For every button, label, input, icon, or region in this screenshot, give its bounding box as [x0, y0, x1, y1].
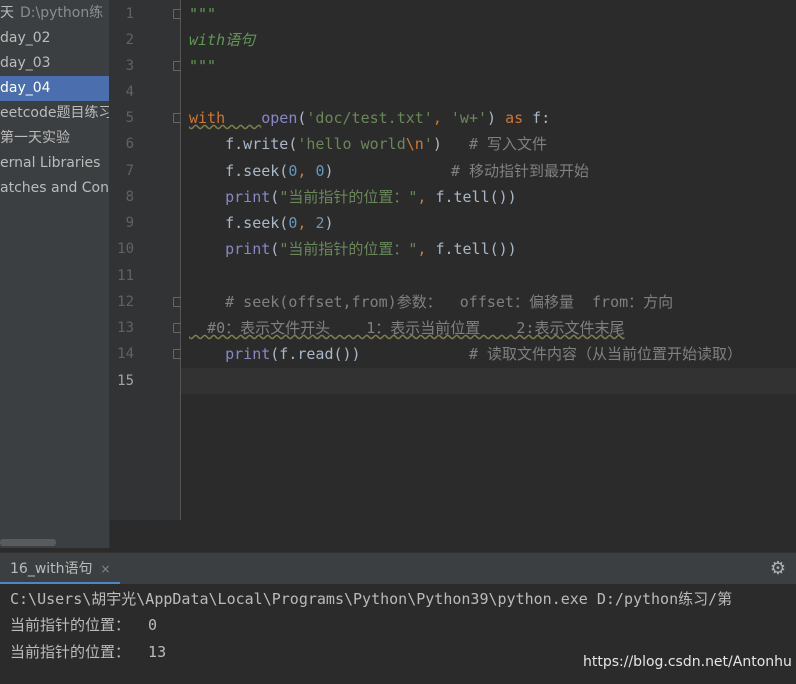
sidebar-scrollbar[interactable]	[0, 539, 56, 546]
line-number: 7	[125, 163, 134, 179]
tree-root-label: 天	[0, 5, 14, 21]
line-number: 14	[117, 346, 134, 362]
code-line[interactable]: # seek(offset,from)参数： offset：偏移量 from：方…	[189, 289, 673, 315]
tree-item-root[interactable]: 天 D:\python练	[0, 1, 109, 26]
tree-root-path: D:\python练	[20, 5, 104, 21]
code-line[interactable]: print("当前指针的位置：", f.tell())	[189, 184, 517, 210]
tree-item-day-one-experiment[interactable]: 第一天实验	[0, 126, 109, 151]
line-number: 2	[125, 32, 134, 48]
close-icon[interactable]: ×	[101, 562, 111, 576]
line-number: 8	[125, 189, 134, 205]
code-line[interactable]: f.write('hello world\n') # 写入文件	[189, 131, 547, 157]
code-line[interactable]: f.seek(0, 2)	[189, 210, 333, 236]
code-editor[interactable]: """ with语句 """ with open('doc/test.txt', 'w…	[181, 0, 796, 520]
caret-line-highlight	[181, 368, 796, 394]
editor-bottom-area	[110, 520, 796, 548]
code-line[interactable]: #0：表示文件开头 1：表示当前位置 2:表示文件末尾	[189, 315, 624, 341]
line-number-current: 15	[117, 373, 134, 389]
line-number: 11	[117, 268, 134, 284]
line-number: 10	[117, 241, 134, 257]
code-line[interactable]: print(f.read()) # 读取文件内容（从当前位置开始读取）	[189, 341, 742, 367]
tree-item-day-02[interactable]: day_02	[0, 26, 109, 51]
line-number: 13	[117, 320, 134, 336]
tree-item-scratches[interactable]: atches and Cons	[0, 176, 109, 201]
tree-item-day-04[interactable]: day_04	[0, 76, 109, 101]
line-number: 9	[125, 215, 134, 231]
run-tool-window-header: 16_with语句 × ⚙	[0, 552, 796, 585]
tree-item-external-libraries[interactable]: ernal Libraries	[0, 151, 109, 176]
code-line[interactable]: print("当前指针的位置：", f.tell())	[189, 236, 517, 262]
line-number: 1	[125, 6, 134, 22]
run-tab[interactable]: 16_with语句 ×	[0, 553, 111, 585]
editor-gutter: 1 2 3 4 5 6 7 8 9 10 11 12 13 14 15	[110, 0, 182, 520]
code-line[interactable]: with open('doc/test.txt', 'w+') as f:	[189, 105, 550, 131]
project-tree: 天 D:\python练 day_02 day_03 day_04 eetcode…	[0, 0, 110, 548]
line-number: 4	[125, 84, 134, 100]
line-number: 5	[125, 110, 134, 126]
code-line[interactable]: with语句	[189, 27, 255, 53]
tree-item-day-03[interactable]: day_03	[0, 51, 109, 76]
code-line[interactable]: """	[189, 1, 216, 27]
code-line[interactable]: """	[189, 53, 216, 79]
console-line-output: 当前指针的位置： 13	[10, 643, 167, 661]
watermark: https://blog.csdn.net/Antonhu	[583, 654, 792, 670]
tree-item-leetcode[interactable]: eetcode题目练习	[0, 101, 109, 126]
run-tab-label: 16_with语句	[10, 561, 93, 577]
code-line[interactable]: f.seek(0, 0) # 移动指针到最开始	[189, 158, 589, 184]
gear-icon[interactable]: ⚙	[768, 559, 788, 579]
console-line-command: C:\Users\胡宇光\AppData\Local\Programs\Pyth…	[10, 590, 733, 608]
line-number: 6	[125, 136, 134, 152]
line-number: 12	[117, 294, 134, 310]
console-line-output: 当前指针的位置： 0	[10, 616, 158, 634]
line-number: 3	[125, 58, 134, 74]
